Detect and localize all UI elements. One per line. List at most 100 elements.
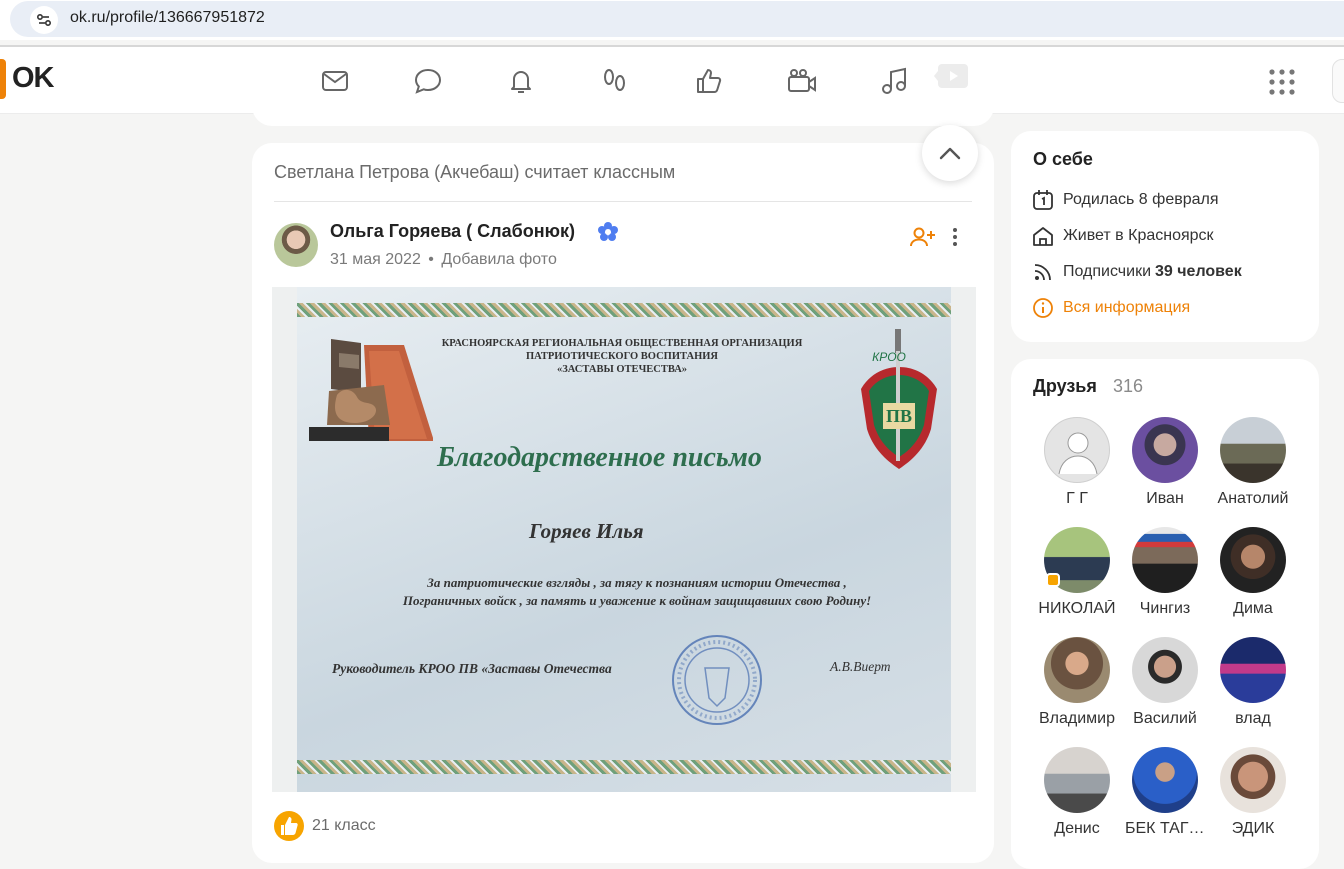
friends-card: Друзья 316 Г Г Иван Анатолий НИКОЛАЙ Чин… [1011,359,1319,869]
signature-role: Руководитель КРОО ПВ «Заставы Отечества [332,661,612,676]
friend-avatar[interactable] [1044,637,1110,703]
birthday-text: Родилась 8 февраля [1063,191,1219,208]
friend-name[interactable]: Чингиз [1125,600,1205,618]
organization-heading: КРАСНОЯРСКАЯ РЕГИОНАЛЬНАЯ ОБЩЕСТВЕННАЯ О… [437,337,807,376]
emblem-letters: ПВ [886,406,912,426]
friend-item[interactable]: НИКОЛАЙ [1037,527,1117,627]
org-line: «ЗАСТАВЫ ОТЕЧЕСТВА» [556,364,688,375]
friend-avatar[interactable] [1220,417,1286,483]
thumbs-up-icon[interactable] [693,65,725,97]
friend-item[interactable]: Денис [1037,747,1117,847]
info-icon [1031,296,1055,320]
friend-item[interactable]: ЭДИК [1213,747,1293,847]
add-friend-icon[interactable] [910,225,936,249]
friend-item[interactable]: Иван [1125,417,1205,517]
url-text[interactable]: ok.ru/profile/136667951872 [70,9,265,27]
friend-name[interactable]: Владимир [1037,710,1117,728]
friend-name[interactable]: БЕК ТАГИЕВ [1125,820,1205,838]
friend-name[interactable]: Г Г [1037,490,1117,508]
friend-avatar[interactable] [1044,747,1110,813]
author-name[interactable]: Ольга Горяева ( Слабонюк) [330,221,575,242]
music-note-icon[interactable] [879,65,911,97]
certificate-document: КРАСНОЯРСКАЯ РЕГИОНАЛЬНАЯ ОБЩЕСТВЕННАЯ О… [297,287,951,792]
gift-badge-icon [1046,573,1060,587]
friend-name[interactable]: Анатолий [1213,490,1293,508]
play-icon[interactable] [934,61,970,91]
friends-title[interactable]: Друзья [1033,376,1097,397]
author-avatar[interactable] [274,223,318,267]
flower-badge-icon [597,221,619,243]
friend-avatar[interactable] [1220,527,1286,593]
address-bar[interactable]: ok.ru/profile/136667951872 [10,1,1344,37]
friend-avatar[interactable] [1220,747,1286,813]
likes-count[interactable]: 21 класс [312,817,376,835]
site-settings-icon[interactable] [30,6,58,34]
friends-count[interactable]: 316 [1113,376,1143,397]
friend-name[interactable]: влад [1213,710,1293,728]
post-date[interactable]: 31 мая 2022 [330,251,421,268]
friend-item[interactable]: Чингиз [1125,527,1205,627]
friend-avatar[interactable] [1132,637,1198,703]
friend-name[interactable]: Денис [1037,820,1117,838]
browser-toolbar: ok.ru/profile/136667951872 [0,0,1344,40]
friend-avatar[interactable] [1132,417,1198,483]
video-camera-icon[interactable] [786,65,818,97]
friend-name[interactable]: НИКОЛАЙ [1037,600,1117,618]
monument-image [309,331,434,443]
footprints-icon[interactable] [599,65,631,97]
friend-avatar[interactable] [1132,527,1198,593]
document-border [297,303,951,317]
friend-name[interactable]: ЭДИК [1213,820,1293,838]
org-line: ПАТРИОТИЧЕСКОГО ВОСПИТАНИЯ [526,351,718,362]
apps-grid-icon[interactable] [1268,68,1296,96]
divider [274,201,972,202]
post-meta: 31 мая 2022 • Добавила фото [330,251,557,269]
certificate-recipient: Горяев Илья [529,519,644,543]
previous-feed-card [252,100,994,126]
certificate-title: Благодарственное письмо [437,442,762,473]
meta-separator: • [428,251,434,268]
friend-avatar[interactable] [1220,637,1286,703]
friend-name[interactable]: Иван [1125,490,1205,508]
chat-icon[interactable] [412,65,444,97]
friend-avatar[interactable] [1132,747,1198,813]
like-icon[interactable] [274,811,304,841]
friend-item[interactable]: Василий [1125,637,1205,737]
document-border [297,760,951,774]
calendar-icon [1031,188,1055,212]
chevron-up-icon [939,147,961,160]
mail-icon[interactable] [319,65,351,97]
certificate-body: За патриотические взгляды , за тягу к по… [337,574,937,610]
followers-row[interactable]: Подписчики 39 человек [1031,260,1242,284]
friend-name[interactable]: Дима [1213,600,1293,618]
followers-value[interactable]: 39 человек [1155,263,1242,281]
friend-name[interactable]: Василий [1125,710,1205,728]
friend-item[interactable]: Дима [1213,527,1293,627]
rss-icon [1031,260,1055,284]
friend-item[interactable]: БЕК ТАГИЕВ [1125,747,1205,847]
friend-item[interactable]: Анатолий [1213,417,1293,517]
more-options-icon[interactable] [949,225,961,249]
friend-item[interactable]: влад [1213,637,1293,737]
about-title: О себе [1033,149,1093,169]
user-menu-button[interactable] [1332,59,1344,103]
about-card: О себе Родилась 8 февраля Живет в Красно… [1011,131,1319,342]
friend-item[interactable]: Владимир [1037,637,1117,737]
emblem-top-text: КРОО [872,350,906,364]
friend-item[interactable]: Г Г [1037,417,1117,517]
certificate-body-line: За патриотические взгляды , за тягу к по… [427,575,847,590]
all-info-text[interactable]: Вся информация [1063,299,1190,317]
followers-label: Подписчики [1063,263,1152,280]
birthday-row: Родилась 8 февраля [1031,188,1219,212]
city-text: Живет в Красноярск [1063,227,1214,244]
friend-avatar[interactable] [1044,417,1110,483]
bell-icon[interactable] [505,65,537,97]
post-photo[interactable]: КРАСНОЯРСКАЯ РЕГИОНАЛЬНАЯ ОБЩЕСТВЕННАЯ О… [272,287,976,792]
home-icon [1031,224,1055,248]
emblem-shield: ПВ КРОО [849,327,949,477]
scroll-up-button[interactable] [922,125,978,181]
signature-name: А.В.Виерт [830,659,891,674]
activity-text[interactable]: Светлана Петрова (Акчебаш) считает класс… [274,162,675,183]
all-info-link[interactable]: Вся информация [1031,296,1190,320]
ok-logo[interactable]: OK [0,59,60,99]
